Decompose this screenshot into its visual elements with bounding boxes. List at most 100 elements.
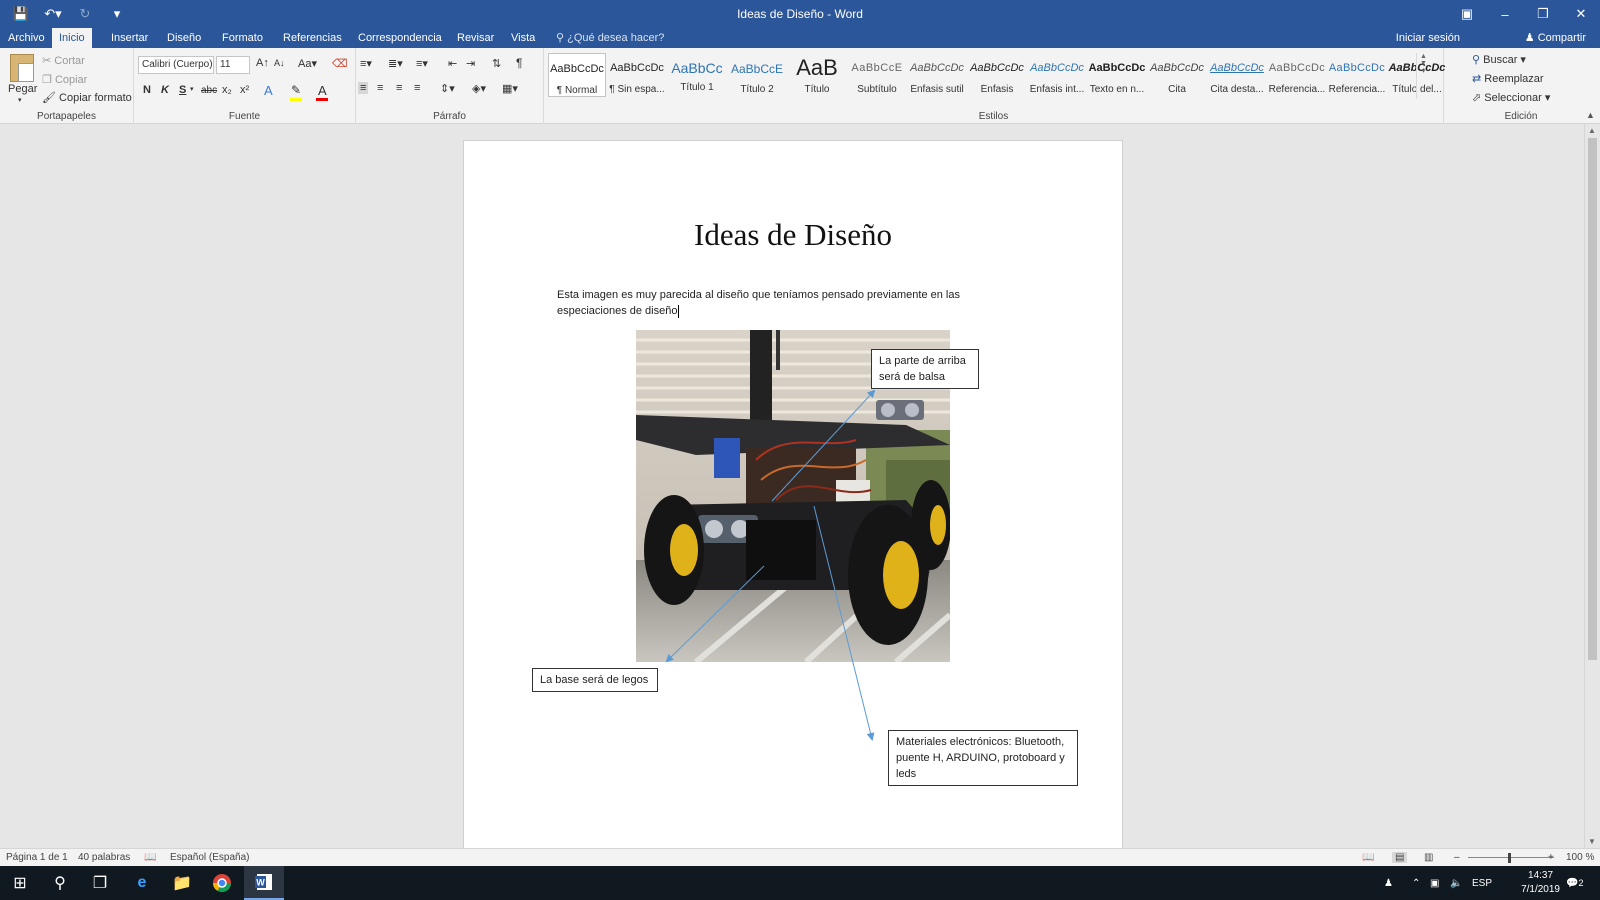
tab-diseno[interactable]: Diseño: [160, 28, 208, 48]
zoom-in-icon[interactable]: +: [1548, 852, 1554, 863]
tab-inicio[interactable]: Inicio: [52, 28, 92, 48]
style-titulo[interactable]: AaB Título: [788, 53, 846, 97]
callout-top[interactable]: La parte de arriba será de balsa: [871, 349, 979, 389]
language-indicator[interactable]: Español (España): [170, 852, 250, 863]
styles-gallery-scroll[interactable]: ▲ ▼ ▾: [1416, 53, 1430, 99]
proofing-icon[interactable]: 📖: [144, 852, 156, 863]
find-button[interactable]: ⚲ Buscar ▾: [1472, 53, 1526, 66]
tab-correspondencia[interactable]: Correspondencia: [351, 28, 449, 48]
tab-revisar[interactable]: Revisar: [450, 28, 501, 48]
bold-button[interactable]: N: [143, 84, 151, 96]
system-clock[interactable]: 14:37 7/1/2019: [1521, 869, 1560, 897]
style-enfasis-intenso[interactable]: AaBbCcDc Énfasis int...: [1028, 53, 1086, 97]
callout-bottom[interactable]: Materiales electrónicos: Bluetooth, puen…: [888, 730, 1078, 786]
tab-vista[interactable]: Vista: [504, 28, 542, 48]
input-language[interactable]: ESP: [1472, 866, 1492, 900]
sort-icon[interactable]: ⇅: [492, 57, 501, 70]
format-painter-button[interactable]: 🖌 Copiar formato: [42, 91, 132, 104]
bullets-icon[interactable]: ≡▾: [360, 57, 372, 70]
tab-formato[interactable]: Formato: [215, 28, 270, 48]
replace-button[interactable]: ⇄ Reemplazar: [1472, 72, 1544, 85]
change-case-button[interactable]: Aa▾: [298, 57, 317, 70]
minimize-button[interactable]: –: [1486, 0, 1524, 28]
font-color-icon[interactable]: A: [318, 83, 327, 98]
style-titulo-1[interactable]: AaBbCc Título 1: [668, 53, 726, 97]
align-left-icon[interactable]: ≡: [358, 82, 369, 94]
paste-button[interactable]: Pegar: [8, 83, 37, 95]
task-view-icon[interactable]: ❐: [80, 866, 120, 900]
decrease-indent-icon[interactable]: ⇤: [448, 57, 457, 70]
style-referencia-intensa[interactable]: AaBbCcDc Referencia...: [1328, 53, 1386, 97]
style-enfasis-sutil[interactable]: AaBbCcDc Énfasis sutil: [908, 53, 966, 97]
style-subtitulo[interactable]: AaBbCcE Subtítulo: [848, 53, 906, 97]
multilevel-list-icon[interactable]: ≡▾: [416, 57, 428, 70]
ribbon-display-options-icon[interactable]: ▣: [1448, 0, 1486, 28]
clear-formatting-icon[interactable]: ⌫: [332, 57, 348, 70]
zoom-level[interactable]: 100 %: [1566, 852, 1594, 863]
people-icon[interactable]: ♟: [1384, 866, 1393, 900]
font-name-field[interactable]: Calibri (Cuerpo): [138, 56, 214, 74]
select-button[interactable]: ⬀ Seleccionar ▾: [1472, 91, 1550, 104]
underline-dropdown-icon[interactable]: ▾: [190, 85, 194, 93]
style-titulo-2[interactable]: AaBbCcE Título 2: [728, 53, 786, 97]
page-count[interactable]: Página 1 de 1: [6, 852, 68, 863]
network-icon[interactable]: ▣: [1430, 866, 1439, 900]
style-referencia-sutil[interactable]: AaBbCcDc Referencia...: [1268, 53, 1326, 97]
zoom-slider-thumb[interactable]: [1508, 853, 1511, 863]
borders-icon[interactable]: ▦▾: [502, 82, 518, 95]
scroll-down-icon[interactable]: ▼: [1588, 837, 1596, 846]
copy-button[interactable]: ❐ Copiar: [42, 73, 87, 86]
restore-button[interactable]: ❐: [1524, 0, 1562, 28]
show-hidden-icons[interactable]: ⌃: [1412, 866, 1420, 900]
tell-me-search[interactable]: ⚲ ¿Qué desea hacer?: [556, 28, 664, 48]
show-paragraph-marks-icon[interactable]: ¶: [516, 56, 522, 70]
style-cita[interactable]: AaBbCcDc Cita: [1148, 53, 1206, 97]
word-count[interactable]: 40 palabras: [78, 852, 130, 863]
italic-button[interactable]: K: [161, 84, 169, 96]
style-cita-destacada[interactable]: AaBbCcDc Cita desta...: [1208, 53, 1266, 97]
close-button[interactable]: ✕: [1562, 0, 1600, 28]
paste-icon[interactable]: [10, 54, 34, 82]
style-texto-en-negrita[interactable]: AaBbCcDc Texto en n...: [1088, 53, 1146, 97]
shrink-font-icon[interactable]: A↓: [274, 58, 285, 68]
font-size-field[interactable]: 11: [216, 56, 250, 74]
volume-icon[interactable]: 🔈: [1450, 866, 1462, 900]
style-sin-espaciado[interactable]: AaBbCcDc ¶ Sin espa...: [608, 53, 666, 97]
zoom-slider[interactable]: [1468, 857, 1554, 858]
strikethrough-button[interactable]: abc: [201, 85, 217, 96]
read-mode-icon[interactable]: 📖: [1362, 852, 1374, 863]
line-spacing-icon[interactable]: ⇕▾: [440, 82, 455, 95]
signin-link[interactable]: Iniciar sesión: [1396, 28, 1460, 48]
file-explorer-icon[interactable]: 📁: [162, 866, 202, 900]
text-effects-icon[interactable]: A: [264, 83, 273, 98]
align-center-icon[interactable]: ≡: [377, 82, 383, 94]
subscript-button[interactable]: x₂: [222, 84, 232, 96]
tab-referencias[interactable]: Referencias: [276, 28, 349, 48]
chrome-icon[interactable]: [202, 866, 242, 900]
cut-button[interactable]: ✂ Cortar: [42, 54, 85, 67]
document-paragraph[interactable]: Esta imagen es muy parecida al diseño qu…: [557, 287, 977, 319]
underline-button[interactable]: S: [179, 84, 186, 96]
shading-icon[interactable]: ◈▾: [472, 82, 486, 95]
search-icon[interactable]: ⚲: [40, 866, 80, 900]
tab-archivo[interactable]: Archivo: [1, 28, 52, 48]
print-layout-icon[interactable]: ▤: [1392, 852, 1408, 863]
document-page[interactable]: Ideas de Diseño Esta imagen es muy parec…: [463, 140, 1123, 860]
scroll-thumb[interactable]: [1588, 138, 1597, 660]
align-right-icon[interactable]: ≡: [396, 82, 402, 94]
grow-font-icon[interactable]: A↑: [256, 57, 269, 69]
callout-left[interactable]: La base será de legos: [532, 668, 658, 692]
web-layout-icon[interactable]: ▥: [1424, 852, 1433, 863]
style-enfasis[interactable]: AaBbCcDc Énfasis: [968, 53, 1026, 97]
paste-dropdown-icon[interactable]: ▾: [18, 96, 22, 104]
tab-insertar[interactable]: Insertar: [104, 28, 155, 48]
word-taskbar-icon[interactable]: W: [244, 866, 284, 900]
windows-start-icon[interactable]: ⊞: [0, 866, 40, 900]
highlight-icon[interactable]: ✎: [291, 83, 301, 97]
increase-indent-icon[interactable]: ⇥: [466, 57, 475, 70]
numbering-icon[interactable]: ≣▾: [388, 57, 403, 70]
document-heading[interactable]: Ideas de Diseño: [464, 217, 1122, 253]
vertical-scrollbar[interactable]: ▲ ▼: [1584, 124, 1600, 848]
action-center-icon[interactable]: 💬 2: [1566, 866, 1583, 900]
share-button[interactable]: ♟ Compartir: [1525, 28, 1586, 48]
